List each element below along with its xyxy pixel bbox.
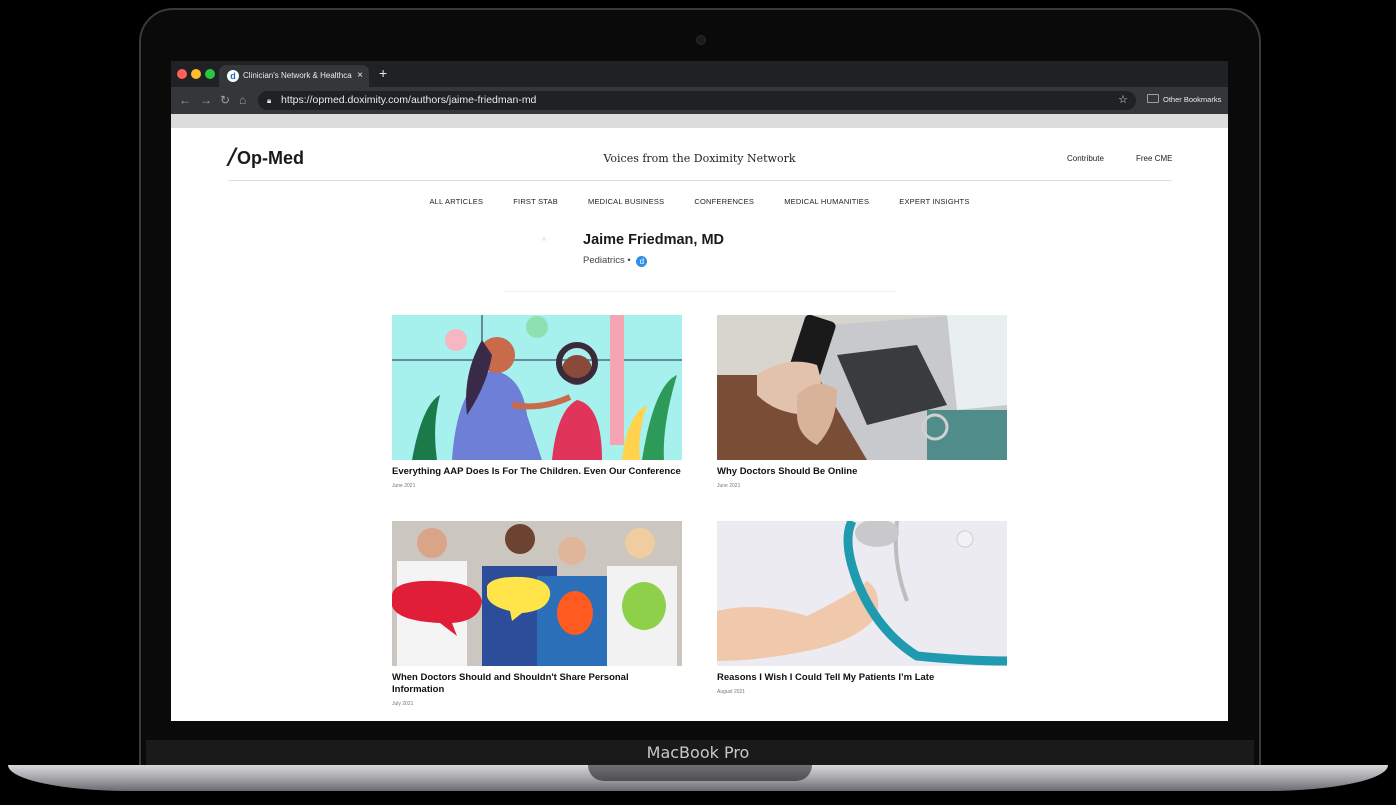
free-cme-link[interactable]: Free CME: [1136, 154, 1172, 163]
article-image-baby-stethoscope[interactable]: [717, 521, 1007, 666]
nav-medical-business[interactable]: MEDICAL BUSINESS: [588, 197, 664, 206]
camera-icon: [696, 35, 706, 45]
tab-title: Clinician's Network & Healthca: [243, 71, 352, 80]
nav-conferences[interactable]: CONFERENCES: [694, 197, 754, 206]
article-title[interactable]: Reasons I Wish I Could Tell My Patients …: [717, 672, 1007, 684]
article-title[interactable]: Everything AAP Does Is For The Children.…: [392, 466, 682, 478]
nav-all-articles[interactable]: ALL ARTICLES: [429, 197, 483, 206]
contribute-link[interactable]: Contribute: [1067, 154, 1104, 163]
article-image-phone-laptop[interactable]: [717, 315, 1007, 460]
laptop-notch: [588, 765, 812, 781]
article-card[interactable]: Why Doctors Should Be Online June 2021: [717, 315, 1007, 489]
doximity-profile-icon[interactable]: d: [636, 256, 648, 267]
other-bookmarks-label: Other Bookmarks: [1163, 95, 1222, 104]
reload-icon[interactable]: ↻: [220, 93, 230, 107]
pediatric-exam-illustration: [392, 315, 682, 460]
article-date: August 2021: [717, 689, 746, 695]
browser-toolbar: ← → ↻ ⌂ 🔒︎ https://opmed.doximity.com/au…: [171, 87, 1228, 114]
article-image-pediatric-exam[interactable]: [392, 315, 682, 460]
maximize-window-button[interactable]: [205, 69, 215, 79]
article-title[interactable]: Why Doctors Should Be Online: [717, 466, 1007, 478]
folder-icon: [1147, 94, 1159, 103]
other-bookmarks-button[interactable]: Other Bookmarks: [1147, 94, 1221, 104]
nav-medical-humanities[interactable]: MEDICAL HUMANITIES: [784, 197, 869, 206]
bookmarks-bar: [171, 114, 1228, 128]
minimize-window-button[interactable]: [191, 69, 201, 79]
author-specialty-row: Pediatrics • d: [583, 255, 648, 267]
browser-window: d Clinician's Network & Healthca × + ← →…: [171, 61, 1228, 721]
article-date: July 2021: [392, 701, 414, 707]
forward-arrow-icon[interactable]: →: [200, 93, 212, 107]
bookmark-star-icon[interactable]: ☆: [1118, 91, 1128, 110]
article-image-doctors-speech-bubbles[interactable]: [392, 521, 682, 666]
new-tab-button[interactable]: +: [379, 65, 387, 81]
article-date: June 2021: [392, 483, 416, 489]
nav-expert-insights[interactable]: EXPERT INSIGHTS: [899, 197, 969, 206]
lock-icon: 🔒︎: [267, 96, 272, 105]
tab-close-icon[interactable]: ×: [357, 65, 363, 87]
address-bar[interactable]: 🔒︎ https://opmed.doximity.com/authors/ja…: [258, 91, 1136, 110]
doctors-speech-bubbles-photo: [392, 521, 682, 666]
article-date: June 2021: [717, 483, 741, 489]
article-card[interactable]: Reasons I Wish I Could Tell My Patients …: [717, 521, 1007, 695]
tab-bar: d Clinician's Network & Healthca × +: [171, 61, 1228, 87]
browser-tab[interactable]: d Clinician's Network & Healthca ×: [219, 65, 369, 87]
avatar: [542, 237, 546, 241]
header-divider: [228, 180, 1172, 181]
back-arrow-icon[interactable]: ←: [179, 93, 191, 107]
article-card[interactable]: When Doctors Should and Shouldn't Share …: [392, 521, 682, 707]
article-title[interactable]: When Doctors Should and Shouldn't Share …: [392, 672, 682, 696]
close-window-button[interactable]: [177, 69, 187, 79]
nav-first-stab[interactable]: FIRST STAB: [513, 197, 558, 206]
author-specialty: Pediatrics: [583, 255, 625, 266]
url-text: https://opmed.doximity.com/authors/jaime…: [281, 94, 537, 106]
home-icon[interactable]: ⌂: [239, 93, 246, 107]
author-divider: [504, 291, 895, 292]
model-label: MacBook Pro: [646, 743, 750, 762]
phone-laptop-photo: [717, 315, 1007, 460]
author-name: Jaime Friedman, MD: [583, 232, 725, 248]
article-card[interactable]: Everything AAP Does Is For The Children.…: [392, 315, 682, 489]
doximity-favicon-icon: d: [227, 70, 239, 82]
category-nav: ALL ARTICLES FIRST STAB MEDICAL BUSINESS…: [171, 197, 1228, 206]
separator-dot: •: [627, 255, 631, 266]
baby-stethoscope-photo: [717, 521, 1007, 666]
web-page: /Op-Med Voices from the Doximity Network…: [171, 128, 1228, 721]
